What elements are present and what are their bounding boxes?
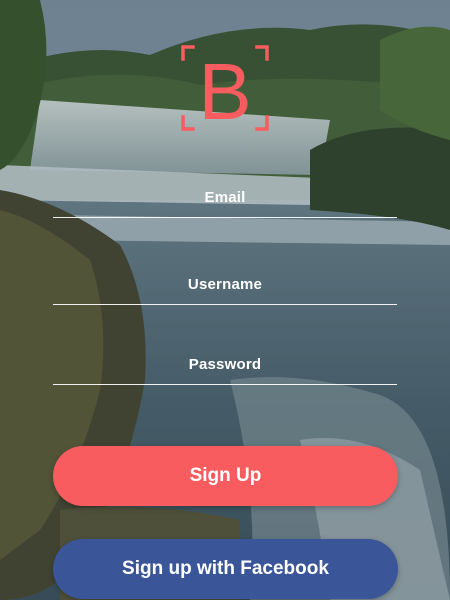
brand-logo: B: [181, 45, 269, 131]
email-field[interactable]: [53, 177, 397, 218]
username-input[interactable]: [53, 264, 397, 304]
username-field[interactable]: [53, 264, 397, 305]
facebook-signup-button[interactable]: Sign up with Facebook: [53, 539, 398, 599]
logo-letter: B: [198, 47, 251, 131]
password-field[interactable]: [53, 344, 397, 385]
sign-up-button[interactable]: Sign Up: [53, 446, 398, 506]
email-input[interactable]: [53, 177, 397, 217]
password-input[interactable]: [53, 344, 397, 384]
